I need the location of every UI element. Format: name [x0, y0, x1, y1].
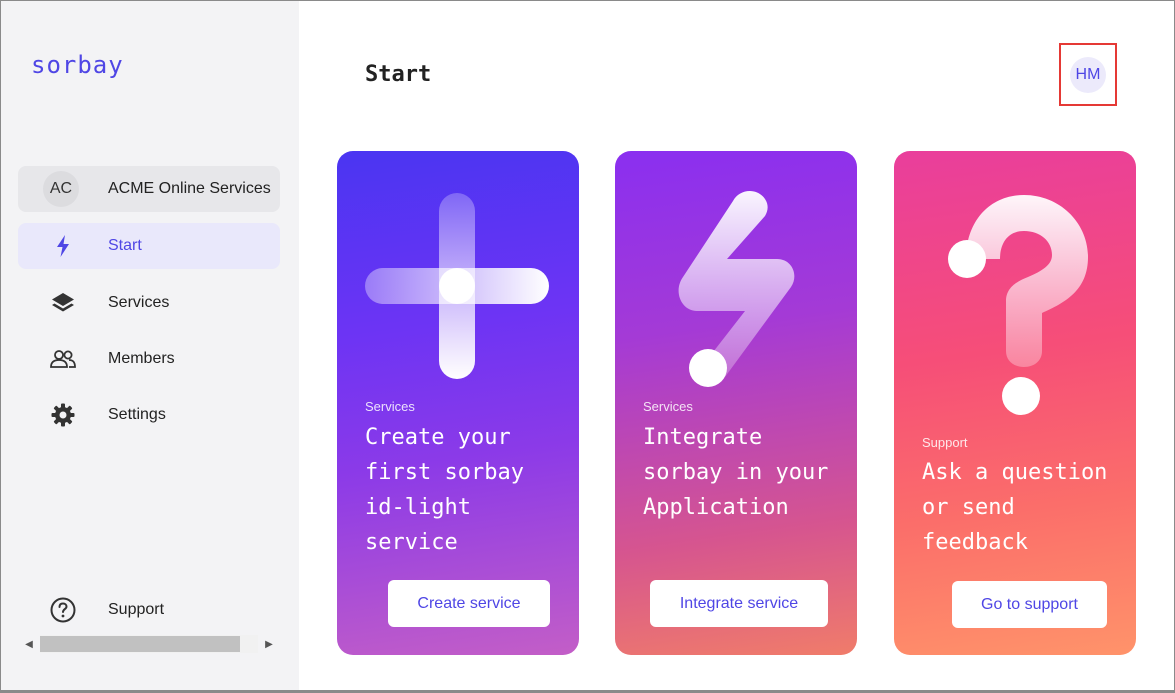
- card-support: Support Ask a question or send feedback …: [894, 151, 1136, 655]
- sidebar-item-label: Services: [108, 294, 170, 311]
- scroll-thumb[interactable]: [40, 636, 240, 652]
- card-category: Services: [365, 399, 415, 414]
- integrate-service-button[interactable]: Integrate service: [650, 580, 828, 627]
- org-switcher[interactable]: AC ACME Online Services: [18, 166, 280, 212]
- sidebar-item-start[interactable]: Start: [18, 223, 280, 269]
- bolt-icon: [57, 235, 69, 257]
- go-to-support-button[interactable]: Go to support: [952, 581, 1107, 628]
- sidebar: sorbay AC ACME Online Services Start Ser…: [1, 1, 299, 690]
- page-title: Start: [365, 62, 432, 87]
- app-logo: sorbay: [31, 51, 124, 79]
- sidebar-item-services[interactable]: Services: [18, 280, 280, 326]
- card-integrate-service: Services Integrate sorbay in your Applic…: [615, 151, 857, 655]
- card-title: Create your first sorbay id-light servic…: [365, 425, 524, 555]
- plus-art: [365, 193, 549, 379]
- sidebar-item-settings[interactable]: Settings: [18, 392, 280, 438]
- gear-icon: [51, 403, 75, 427]
- question-mark-art: [948, 195, 1088, 415]
- sidebar-item-label: Support: [108, 601, 165, 618]
- org-avatar: AC: [43, 171, 79, 207]
- sidebar-item-support[interactable]: Support: [18, 587, 280, 633]
- users-icon: [50, 350, 76, 368]
- sidebar-item-label: Start: [108, 237, 142, 254]
- layers-icon: [52, 293, 74, 312]
- help-circle-icon: [50, 597, 76, 623]
- sidebar-item-members[interactable]: Members: [18, 336, 280, 382]
- scroll-track[interactable]: [40, 635, 258, 653]
- horizontal-scrollbar[interactable]: ◀ ▶: [18, 633, 280, 655]
- main-content: Start HM Services Create your first sorb…: [299, 1, 1174, 690]
- scroll-left-icon[interactable]: ◀: [18, 633, 40, 655]
- card-create-service: Services Create your first sorbay id-lig…: [337, 151, 579, 655]
- card-category: Services: [643, 399, 693, 414]
- sidebar-item-label: Settings: [108, 406, 166, 423]
- card-title: Ask a question or send feedback: [922, 460, 1108, 555]
- user-avatar[interactable]: HM: [1070, 56, 1106, 93]
- org-name: ACME Online Services: [108, 180, 271, 197]
- sidebar-item-label: Members: [108, 350, 175, 367]
- scroll-right-icon[interactable]: ▶: [258, 633, 280, 655]
- card-category: Support: [922, 435, 968, 450]
- card-title: Integrate sorbay in your Application: [643, 425, 829, 520]
- lightning-art: [678, 190, 795, 387]
- user-menu-highlight[interactable]: HM: [1059, 43, 1117, 106]
- create-service-button[interactable]: Create service: [388, 580, 550, 627]
